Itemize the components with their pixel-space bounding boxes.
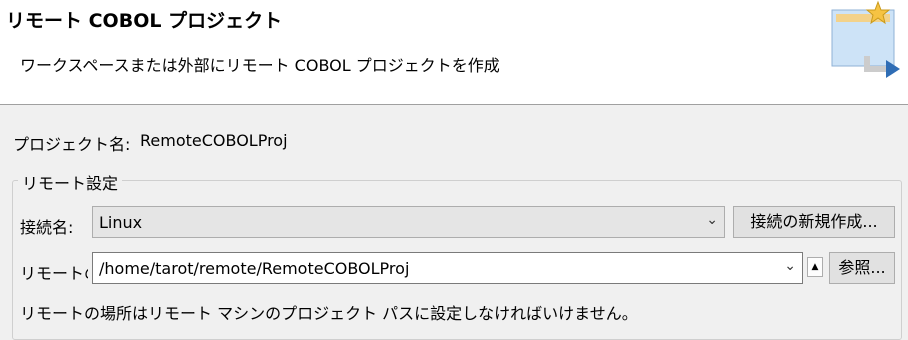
caret-up-icon[interactable]: ▲ (807, 257, 823, 277)
wizard-title: リモート COBOL プロジェクト (6, 10, 283, 32)
wizard-banner: リモート COBOL プロジェクト ワークスペースまたは外部にリモート COBO… (0, 0, 908, 104)
connection-select[interactable]: Linux ⌄ (92, 206, 725, 238)
remote-location-label: リモートの (20, 264, 88, 283)
project-name-label: プロジェクト名: (13, 135, 131, 154)
new-connection-button[interactable]: 接続の新規作成... (733, 206, 895, 238)
connection-name-label: 接続名: (20, 218, 74, 237)
remote-location-value: /home/tarot/remote/RemoteCOBOLProj (99, 259, 410, 278)
remote-settings-group-label: リモート設定 (18, 170, 123, 194)
banner-separator (0, 104, 908, 105)
connection-select-value: Linux (99, 213, 143, 232)
chevron-down-icon[interactable]: ⌄ (784, 258, 796, 274)
remote-location-input[interactable]: /home/tarot/remote/RemoteCOBOLProj ⌄ (92, 252, 803, 284)
new-project-wizard-icon (831, 0, 900, 78)
wizard-description: ワークスペースまたは外部にリモート COBOL プロジェクトを作成 (20, 56, 500, 75)
browse-button[interactable]: 参照... (829, 252, 895, 284)
location-hint-message: リモートの場所はリモート マシンのプロジェクト パスに設定しなければいけません。 (20, 304, 638, 323)
project-name-value: RemoteCOBOLProj (140, 131, 288, 150)
chevron-down-icon: ⌄ (706, 212, 718, 228)
